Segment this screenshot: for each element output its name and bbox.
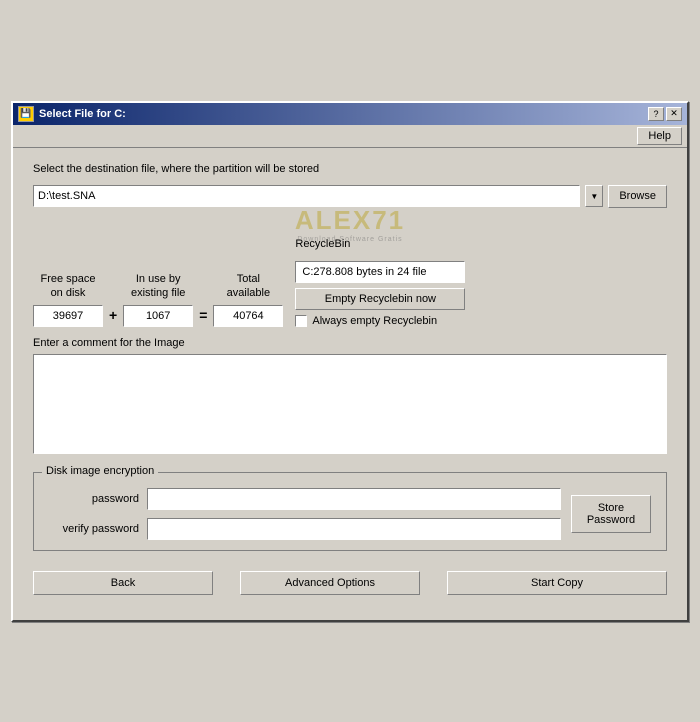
always-empty-label: Always empty Recyclebin: [312, 315, 437, 327]
recyclebin-value: C:278.808 bytes in 24 file: [295, 261, 465, 283]
main-window: 💾 Select File for C: ? ✕ Help Select the…: [11, 101, 689, 622]
description-text: Select the destination file, where the p…: [33, 163, 667, 175]
comment-label: Enter a comment for the Image: [33, 337, 667, 349]
start-copy-button[interactable]: Start Copy: [447, 571, 667, 595]
content-area: Select the destination file, where the p…: [13, 148, 687, 620]
comment-textarea[interactable]: [33, 354, 667, 454]
file-path-input[interactable]: [33, 185, 580, 207]
encryption-group: Disk image encryption password verify pa…: [33, 472, 667, 551]
always-empty-checkbox[interactable]: [295, 315, 307, 327]
dropdown-arrow-btn[interactable]: ▼: [585, 185, 603, 207]
disk-info-columns: Free spaceon disk + In use byexisting fi…: [33, 220, 667, 327]
password-input[interactable]: [147, 488, 561, 510]
total-label: Totalavailable: [227, 269, 270, 301]
verify-password-label: verify password: [49, 523, 139, 535]
total-group: Totalavailable: [213, 269, 283, 327]
browse-button[interactable]: Browse: [608, 185, 667, 208]
close-btn[interactable]: ✕: [666, 107, 682, 121]
recyclebin-label: RecycleBin: [295, 220, 350, 252]
bottom-buttons: Back Advanced Options Start Copy: [33, 566, 667, 605]
password-row: password: [49, 488, 561, 510]
free-space-group: Free spaceon disk: [33, 269, 103, 327]
password-fields: password verify password: [49, 488, 561, 540]
window-title: Select File for C:: [39, 108, 126, 120]
help-title-btn[interactable]: ?: [648, 107, 664, 121]
title-bar: 💾 Select File for C: ? ✕: [13, 103, 687, 125]
verify-password-row: verify password: [49, 518, 561, 540]
verify-password-input[interactable]: [147, 518, 561, 540]
free-space-label: Free spaceon disk: [40, 269, 95, 301]
file-path-row: ▼ Browse: [33, 185, 667, 208]
always-empty-row: Always empty Recyclebin: [295, 315, 465, 327]
encryption-legend: Disk image encryption: [42, 465, 158, 477]
title-buttons: ? ✕: [648, 107, 682, 121]
plus-operator: +: [109, 307, 117, 327]
total-value: [213, 305, 283, 327]
menu-bar: Help: [13, 125, 687, 148]
password-label: password: [49, 493, 139, 505]
help-menu-btn[interactable]: Help: [637, 127, 682, 145]
in-use-value: [123, 305, 193, 327]
store-password-button[interactable]: StorePassword: [571, 495, 651, 533]
back-button[interactable]: Back: [33, 571, 213, 595]
equals-operator: =: [199, 307, 207, 327]
window-icon: 💾: [18, 106, 34, 122]
in-use-group: In use byexisting file: [123, 269, 193, 327]
empty-recyclebin-button[interactable]: Empty Recyclebin now: [295, 288, 465, 310]
title-bar-left: 💾 Select File for C:: [18, 106, 126, 122]
advanced-options-button[interactable]: Advanced Options: [240, 571, 420, 595]
recyclebin-section: RecycleBin C:278.808 bytes in 24 file Em…: [295, 220, 465, 327]
in-use-label: In use byexisting file: [131, 269, 185, 301]
free-space-value: [33, 305, 103, 327]
encryption-inner: password verify password StorePassword: [49, 483, 651, 540]
